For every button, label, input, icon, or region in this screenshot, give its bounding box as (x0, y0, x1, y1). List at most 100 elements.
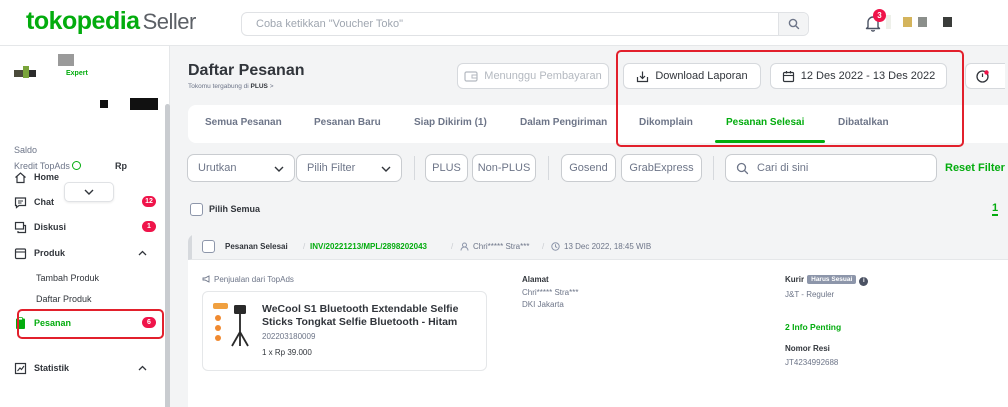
redacted-block (58, 54, 74, 66)
info-penting-link[interactable]: 2 Info Penting (785, 322, 841, 332)
chart-icon (14, 362, 27, 374)
settings-button[interactable] (965, 63, 1005, 89)
select-all-checkbox[interactable] (190, 203, 203, 216)
redacted-block (100, 100, 108, 108)
product-box-icon (14, 247, 27, 259)
filter-divider (548, 156, 549, 180)
shop-tier-label: Expert (66, 70, 88, 77)
menunggu-pembayaran-button[interactable]: Menunggu Pembayaran (457, 63, 609, 89)
saldo-label: Saldo (14, 145, 38, 155)
redacted-block (943, 17, 952, 27)
search-button[interactable] (778, 13, 808, 35)
product-quantity-price: 1 x Rp 39.000 (262, 348, 312, 357)
redacted-block (130, 98, 158, 110)
product-name[interactable]: WeCool S1 Bluetooth Extendable Selfie St… (262, 303, 477, 329)
page-title: Daftar Pesanan (188, 62, 305, 79)
sidebar-item-home[interactable]: Home (14, 168, 160, 186)
sidebar-item-produk[interactable]: Produk (14, 244, 160, 262)
sidebar: Expert Saldo Kredit TopAds Rp Home Chat … (0, 46, 170, 407)
tab-siap-dikirim[interactable]: Siap Dikirim (1) (414, 117, 487, 128)
page-subtitle[interactable]: Tokomu tergabung di PLUS > (188, 83, 273, 90)
sidebar-item-diskusi[interactable]: Diskusi 1 (14, 218, 160, 236)
order-invoice[interactable]: INV/20221213/MPL/2898202043 (310, 242, 427, 251)
order-datetime: 13 Dec 2022, 18:45 WIB (564, 242, 652, 251)
alamat-label: Alamat (522, 275, 549, 284)
sidebar-item-label: Chat (34, 197, 54, 207)
clock-icon (551, 242, 560, 251)
global-search-input[interactable] (242, 13, 772, 35)
kurir-tag: Harus Sesuai (807, 275, 857, 284)
chevron-up-icon (138, 250, 147, 256)
annotation-highlight-box (616, 50, 964, 147)
header-separator: / (303, 242, 306, 251)
order-status: Pesanan Selesai (225, 242, 288, 251)
sidebar-item-chat[interactable]: Chat 12 (14, 193, 160, 211)
wallet-icon (464, 71, 478, 82)
megaphone-icon (202, 275, 210, 283)
order-header: Pesanan Selesai / INV/20221213/MPL/28982… (188, 234, 1008, 260)
redacted-block (918, 17, 927, 27)
order-buyer: Chri***** Stra*** (473, 242, 530, 251)
logo-suffix: Seller (142, 9, 197, 34)
kurir-label: Kurir Harus Sesuai i (785, 275, 869, 286)
pagination-page[interactable]: 1 (992, 202, 999, 216)
product-thumbnail[interactable] (210, 301, 254, 347)
order-search (725, 154, 937, 182)
header-separator: / (542, 242, 545, 251)
filter-divider (713, 156, 714, 180)
home-icon (15, 171, 26, 183)
product-sku: 202203180009 (262, 332, 316, 341)
sidebar-item-label: Produk (34, 248, 66, 258)
filter-dropdown[interactable]: Pilih Filter (296, 154, 402, 182)
chevron-down-icon (274, 166, 284, 172)
chevron-up-icon (138, 365, 147, 371)
chip-plus[interactable]: PLUS (425, 154, 468, 182)
alamat-name: Chri***** Stra*** (522, 288, 579, 297)
sidebar-item-statistik[interactable]: Statistik (14, 359, 160, 377)
order-checkbox[interactable] (202, 240, 215, 253)
search-icon (736, 162, 749, 174)
sidebar-subitem-tambah-produk[interactable]: Tambah Produk (36, 273, 99, 283)
reset-filter-link[interactable]: Reset Filter (945, 162, 1005, 174)
logo[interactable]: tokopedia Seller (26, 7, 196, 36)
filter-divider (414, 156, 415, 180)
clock-settings-icon (976, 69, 989, 83)
chip-non-plus[interactable]: Non-PLUS (472, 154, 536, 182)
select-all-label: Pilih Semua (209, 204, 261, 214)
resi-value: JT4234992688 (785, 358, 839, 367)
chat-icon (14, 196, 27, 209)
sidebar-item-label: Home (34, 172, 60, 182)
annotation-highlight-box (17, 309, 164, 339)
order-search-input[interactable] (757, 162, 927, 174)
discussion-icon (14, 221, 27, 233)
shop-avatar[interactable] (14, 60, 36, 82)
chip-gosend[interactable]: Gosend (561, 154, 616, 182)
sidebar-item-label: Statistik (34, 363, 70, 373)
alamat-city: DKI Jakarta (522, 300, 564, 309)
chat-count-badge: 12 (142, 196, 156, 207)
sort-dropdown[interactable]: Urutkan (187, 154, 295, 182)
redacted-block (903, 17, 912, 27)
global-search (241, 12, 809, 36)
logo-text: tokopedia (26, 7, 140, 35)
redacted-block (886, 15, 891, 29)
diskusi-count-badge: 1 (142, 221, 156, 232)
notification-badge: 3 (873, 9, 886, 22)
resi-label: Nomor Resi (785, 344, 830, 353)
sidebar-subitem-daftar-produk[interactable]: Daftar Produk (36, 294, 92, 304)
info-icon[interactable]: i (859, 277, 869, 286)
top-bar: tokopediaSeller 3 (0, 0, 1008, 46)
main-content: Daftar Pesanan Tokomu tergabung di PLUS … (170, 46, 1008, 407)
tab-pesanan-baru[interactable]: Pesanan Baru (314, 117, 381, 128)
chevron-down-icon (381, 166, 391, 172)
tab-dalam-pengiriman[interactable]: Dalam Pengiriman (520, 117, 607, 128)
sidebar-item-label: Diskusi (34, 222, 67, 232)
user-icon (460, 242, 469, 251)
chip-grabexpress[interactable]: GrabExpress (621, 154, 702, 182)
header-separator: / (451, 242, 454, 251)
order-card: Pesanan Selesai / INV/20221213/MPL/28982… (188, 234, 1008, 407)
kurir-value: J&T - Reguler (785, 290, 835, 299)
search-icon (788, 18, 799, 30)
topads-source-label: Penjualan dari TopAds (202, 275, 294, 284)
tab-semua-pesanan[interactable]: Semua Pesanan (205, 117, 282, 128)
